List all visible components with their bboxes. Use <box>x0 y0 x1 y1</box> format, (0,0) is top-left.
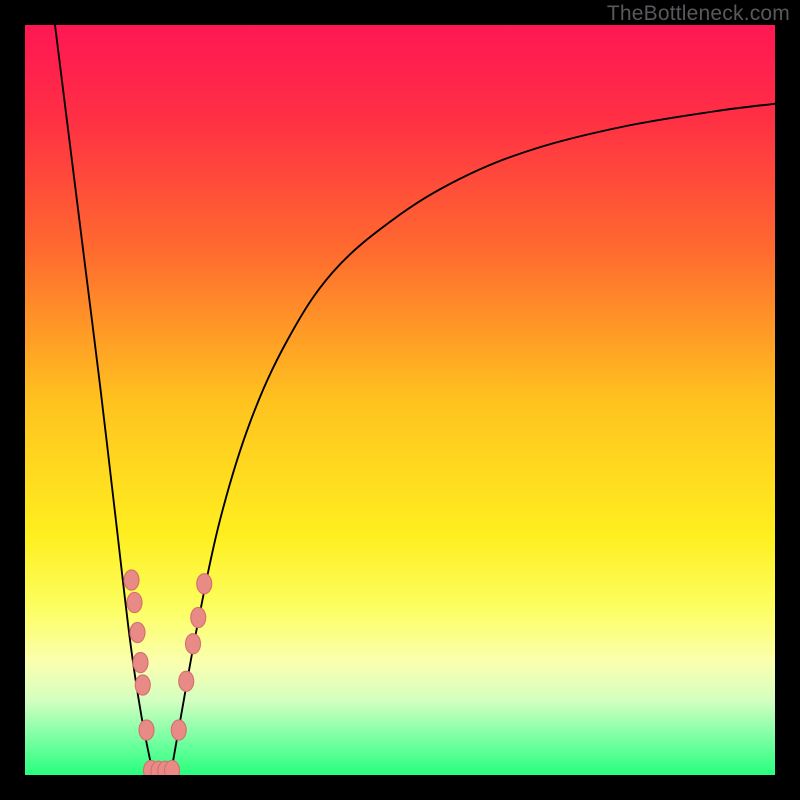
data-point <box>191 607 206 627</box>
watermark-text: TheBottleneck.com <box>607 2 790 26</box>
data-point <box>165 760 180 775</box>
chart-frame: TheBottleneck.com <box>0 0 800 800</box>
data-point <box>135 675 150 695</box>
data-point <box>124 570 139 590</box>
data-point <box>130 622 145 642</box>
data-point <box>127 592 142 612</box>
curve-right-branch <box>171 104 775 772</box>
plot-area <box>25 25 775 775</box>
data-point <box>186 634 201 654</box>
data-point <box>171 720 186 740</box>
data-point-markers <box>124 570 212 775</box>
data-point <box>139 720 154 740</box>
data-point <box>197 574 212 594</box>
data-point <box>133 652 148 672</box>
bottleneck-curve <box>25 25 775 775</box>
data-point <box>179 671 194 691</box>
